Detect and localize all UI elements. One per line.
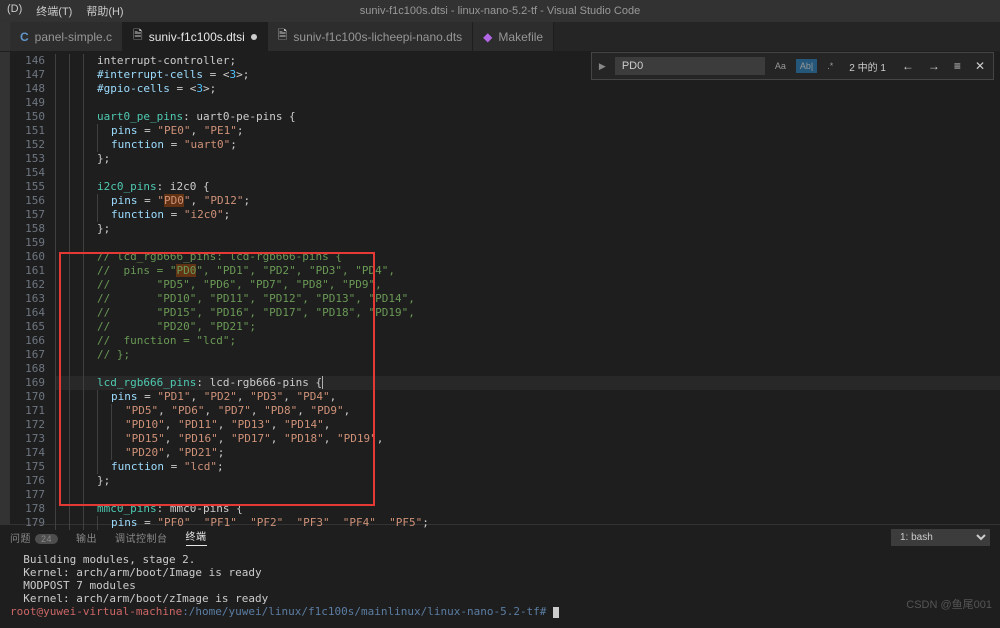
code-line[interactable]	[55, 362, 1000, 376]
code-line[interactable]: pins = "PD1", "PD2", "PD3", "PD4",	[55, 390, 1000, 404]
panel-tab-output[interactable]: 输出	[76, 530, 97, 545]
code-line[interactable]: // lcd_rgb666_pins: lcd-rgb666-pins {	[55, 250, 1000, 264]
find-input[interactable]	[615, 57, 765, 75]
terminal-selector[interactable]: 1: bash	[891, 529, 990, 546]
line-gutter: 1461471481491501511521531541551561571581…	[10, 52, 55, 524]
code-line[interactable]	[55, 488, 1000, 502]
modified-dot-icon	[251, 34, 257, 40]
menu-bar: (D) 终端(T) 帮助(H)	[0, 0, 131, 22]
tab-suniv-f1c100s-licheepi-nano-dts[interactable]: 🗎 suniv-f1c100s-licheepi-nano.dts	[268, 22, 473, 51]
problems-badge: 24	[35, 534, 58, 544]
code-line[interactable]: i2c0_pins: i2c0 {	[55, 180, 1000, 194]
code-line[interactable]: pins = "PF0" "PF1" "PF2" "PF3" "PF4" "PF…	[55, 516, 1000, 530]
find-next-icon[interactable]: →	[924, 57, 944, 75]
code-line[interactable]: // "PD15", "PD16", "PD17", "PD18", "PD19…	[55, 306, 1000, 320]
code-line[interactable]	[55, 166, 1000, 180]
editor-tabs: Cpanel-simple.c 🗎 suniv-f1c100s.dtsi 🗎 suniv…	[0, 22, 1000, 52]
find-selection-icon[interactable]: ≡	[950, 57, 965, 75]
editor: 1461471481491501511521531541551561571581…	[0, 52, 1000, 524]
code-line[interactable]: pins = "PE0", "PE1";	[55, 124, 1000, 138]
code-line[interactable]: lcd_rgb666_pins: lcd-rgb666-pins {	[55, 376, 1000, 390]
code-line[interactable]: // "PD5", "PD6", "PD7", "PD8", "PD9",	[55, 278, 1000, 292]
activity-bar	[0, 52, 10, 524]
watermark: CSDN @鱼尾001	[906, 596, 992, 612]
code-line[interactable]: mmc0_pins: mmc0-pins {	[55, 502, 1000, 516]
file-icon: 🗎	[133, 26, 143, 47]
file-icon: 🗎	[278, 26, 288, 47]
code-line[interactable]	[55, 236, 1000, 250]
code-line[interactable]: };	[55, 474, 1000, 488]
code-line[interactable]: };	[55, 152, 1000, 166]
code-line[interactable]: "PD5", "PD6", "PD7", "PD8", "PD9",	[55, 404, 1000, 418]
bottom-panel: 问题24 输出 调试控制台 终端 1: bash Building module…	[0, 524, 1000, 628]
menu-help[interactable]: 帮助(H)	[79, 0, 130, 22]
menu-terminal[interactable]: 终端(T)	[29, 0, 79, 22]
tab-makefile[interactable]: ◆ Makefile	[473, 22, 554, 51]
code-line[interactable]: // function = "lcd";	[55, 334, 1000, 348]
panel-tab-debug[interactable]: 调试控制台	[115, 530, 168, 545]
title-bar: (D) 终端(T) 帮助(H) suniv-f1c100s.dtsi - lin…	[0, 0, 1000, 22]
find-match-case[interactable]: Aa	[771, 59, 790, 73]
code-line[interactable]: "PD15", "PD16", "PD17", "PD18", "PD19",	[55, 432, 1000, 446]
find-close-icon[interactable]: ✕	[971, 57, 989, 75]
tab-suniv-f1c100s-dtsi[interactable]: 🗎 suniv-f1c100s.dtsi	[123, 22, 268, 51]
code-area[interactable]: interrupt-controller;#interrupt-cells = …	[55, 52, 1000, 524]
window-title: suniv-f1c100s.dtsi - linux-nano-5.2-tf -…	[360, 5, 640, 17]
panel-tab-problems[interactable]: 问题24	[10, 530, 58, 545]
code-line[interactable]: // pins = "PD0", "PD1", "PD2", "PD3", "P…	[55, 264, 1000, 278]
code-line[interactable]: #gpio-cells = <3>;	[55, 82, 1000, 96]
find-widget: ▶ Aa Ab| .* 2 中的 1 ← → ≡ ✕	[591, 52, 994, 80]
find-toggle-replace-icon[interactable]: ▶	[596, 61, 609, 72]
code-line[interactable]: // };	[55, 348, 1000, 362]
terminal[interactable]: Building modules, stage 2. Kernel: arch/…	[0, 549, 1000, 628]
panel-tab-terminal[interactable]: 终端	[186, 528, 207, 546]
code-line[interactable]: pins = "PD0", "PD12";	[55, 194, 1000, 208]
makefile-icon: ◆	[483, 30, 492, 44]
find-regex[interactable]: .*	[823, 59, 837, 73]
find-whole-word[interactable]: Ab|	[796, 59, 817, 73]
code-line[interactable]: function = "uart0";	[55, 138, 1000, 152]
find-prev-icon[interactable]: ←	[898, 57, 918, 75]
code-line[interactable]: // "PD20", "PD21";	[55, 320, 1000, 334]
code-line[interactable]: function = "lcd";	[55, 460, 1000, 474]
code-line[interactable]: uart0_pe_pins: uart0-pe-pins {	[55, 110, 1000, 124]
find-count: 2 中的 1	[849, 59, 886, 74]
c-file-icon: C	[20, 30, 29, 44]
code-line[interactable]: "PD10", "PD11", "PD13", "PD14",	[55, 418, 1000, 432]
tab-label: panel-simple.c	[35, 30, 112, 44]
tab-label: suniv-f1c100s.dtsi	[149, 30, 245, 44]
tab-label: Makefile	[498, 30, 543, 44]
code-line[interactable]: "PD20", "PD21";	[55, 446, 1000, 460]
code-line[interactable]: };	[55, 222, 1000, 236]
tab-label: suniv-f1c100s-licheepi-nano.dts	[293, 30, 462, 44]
code-line[interactable]: // "PD10", "PD11", "PD12", "PD13", "PD14…	[55, 292, 1000, 306]
code-line[interactable]	[55, 96, 1000, 110]
code-line[interactable]: function = "i2c0";	[55, 208, 1000, 222]
tab-panel-simple-c[interactable]: Cpanel-simple.c	[10, 22, 123, 51]
menu-d[interactable]: (D)	[0, 0, 29, 22]
